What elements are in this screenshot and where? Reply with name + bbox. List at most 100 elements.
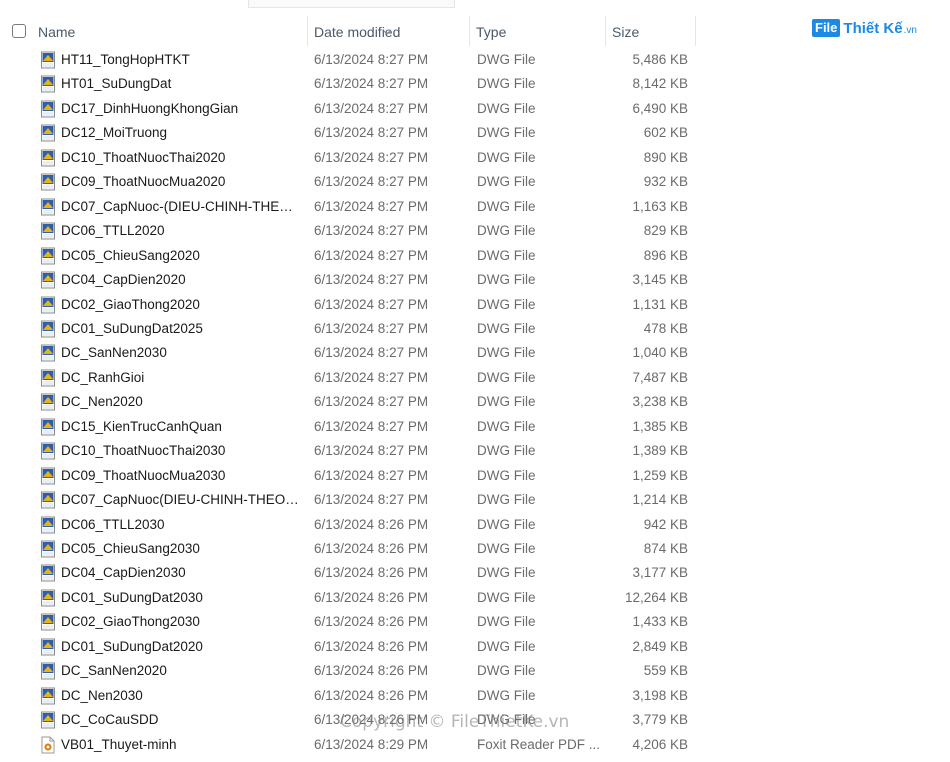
file-type: DWG File <box>477 76 536 92</box>
file-name: DC_Nen2030 <box>61 687 143 703</box>
file-type: DWG File <box>477 296 536 312</box>
dwg-file-icon <box>41 540 55 558</box>
file-date-modified: 6/13/2024 8:27 PM <box>314 149 429 165</box>
file-row[interactable]: DC04_CapDien2020 6/13/2024 8:27 PM DWG Fil… <box>0 268 700 292</box>
file-size: 2,849 KB <box>632 638 688 654</box>
dwg-file-icon <box>41 344 55 362</box>
file-name: DC_Nen2020 <box>61 394 143 410</box>
select-all-checkbox[interactable] <box>12 24 26 38</box>
file-size: 478 KB <box>643 320 688 336</box>
file-size: 932 KB <box>643 174 688 190</box>
file-date-modified: 6/13/2024 8:27 PM <box>314 247 429 263</box>
file-row[interactable]: DC07_CapNuoc-(DIEU-CHINH-THEO-... 6/13/20… <box>0 195 700 219</box>
file-row[interactable]: DC06_TTLL2030 6/13/2024 8:26 PM DWG File 94… <box>0 513 700 537</box>
file-row[interactable]: DC05_ChieuSang2020 6/13/2024 8:27 PM DWG F… <box>0 244 700 268</box>
dwg-file-icon <box>41 100 55 118</box>
file-name: DC_CoCauSDD <box>61 712 159 728</box>
file-row[interactable]: HT01_SuDungDat 6/13/2024 8:27 PM DWG File 8… <box>0 72 700 96</box>
file-row[interactable]: DC01_SuDungDat2030 6/13/2024 8:26 PM DWG F… <box>0 586 700 610</box>
file-row[interactable]: DC06_TTLL2020 6/13/2024 8:27 PM DWG File 82… <box>0 219 700 243</box>
file-name: DC10_ThoatNuocThai2020 <box>61 149 226 165</box>
file-row[interactable]: DC09_ThoatNuocMua2030 6/13/2024 8:27 PM DW… <box>0 464 700 488</box>
dwg-file-icon <box>41 320 55 338</box>
file-date-modified: 6/13/2024 8:27 PM <box>314 223 429 239</box>
file-size: 4,206 KB <box>632 736 688 752</box>
file-row[interactable]: DC10_ThoatNuocThai2030 6/13/2024 8:27 PM D… <box>0 439 700 463</box>
file-date-modified: 6/13/2024 8:27 PM <box>314 443 429 459</box>
file-row[interactable]: DC01_SuDungDat2025 6/13/2024 8:27 PM DWG F… <box>0 317 700 341</box>
file-name: DC02_GiaoThong2030 <box>61 614 200 630</box>
file-date-modified: 6/13/2024 8:26 PM <box>314 516 429 532</box>
file-date-modified: 6/13/2024 8:26 PM <box>314 614 429 630</box>
file-type: DWG File <box>477 541 536 556</box>
file-row[interactable]: DC_Nen2020 6/13/2024 8:27 PM DWG File 3,238… <box>0 390 700 414</box>
file-size: 3,177 KB <box>632 565 688 581</box>
file-row[interactable]: DC02_GiaoThong2020 6/13/2024 8:27 PM DWG F… <box>0 293 700 317</box>
file-size: 12,264 KB <box>624 589 688 605</box>
file-type: DWG File <box>477 516 536 532</box>
file-row[interactable]: HT11_TongHopHTKT 6/13/2024 8:27 PM DWG Fil… <box>0 48 700 72</box>
file-row[interactable]: VB01_Thuyet-minh 6/13/2024 8:29 PM Foxit R… <box>0 733 700 757</box>
file-name: VB01_Thuyet-minh <box>61 736 177 752</box>
dwg-file-icon <box>41 638 55 656</box>
file-size: 7,487 KB <box>632 369 688 385</box>
file-name: DC01_SuDungDat2020 <box>61 638 203 654</box>
file-size: 3,238 KB <box>632 394 688 410</box>
file-row[interactable]: DC10_ThoatNuocThai2020 6/13/2024 8:27 PM D… <box>0 146 700 170</box>
dwg-file-icon <box>41 711 55 729</box>
file-size: 829 KB <box>643 223 688 239</box>
file-size: 1,433 KB <box>632 614 688 630</box>
file-row[interactable]: DC_Nen2030 6/13/2024 8:26 PM DWG File 3,198… <box>0 684 700 708</box>
file-date-modified: 6/13/2024 8:26 PM <box>314 687 429 703</box>
file-type: DWG File <box>477 638 536 654</box>
file-row[interactable]: DC12_MoiTruong 6/13/2024 8:27 PM DWG File 6… <box>0 121 700 145</box>
file-type: DWG File <box>477 247 536 263</box>
dwg-file-icon <box>41 613 55 631</box>
file-date-modified: 6/13/2024 8:27 PM <box>314 467 429 483</box>
column-header-name[interactable]: Name <box>32 16 308 46</box>
file-name: DC_RanhGioi <box>61 369 145 385</box>
dwg-file-icon <box>41 75 55 93</box>
file-type: Foxit Reader PDF ... <box>477 736 601 752</box>
file-row[interactable]: DC05_ChieuSang2030 6/13/2024 8:26 PM DWG F… <box>0 537 700 561</box>
file-name: DC10_ThoatNuocThai2030 <box>61 443 226 459</box>
column-header-size[interactable]: Size <box>606 16 696 46</box>
file-row[interactable]: DC_SanNen2030 6/13/2024 8:27 PM DWG File 1,… <box>0 341 700 365</box>
file-row[interactable]: DC_RanhGioi 6/13/2024 8:27 PM DWG File 7,48… <box>0 366 700 390</box>
column-header-type[interactable]: Type <box>470 16 606 46</box>
file-size: 3,145 KB <box>632 272 688 288</box>
file-name: DC01_SuDungDat2030 <box>61 589 203 605</box>
file-row[interactable]: DC_SanNen2020 6/13/2024 8:26 PM DWG File 55… <box>0 659 700 683</box>
file-name: DC15_KienTrucCanhQuan <box>61 418 222 434</box>
dwg-file-icon <box>41 124 55 142</box>
file-row[interactable]: DC17_DinhHuongKhongGian 6/13/2024 8:27 PM… <box>0 97 700 121</box>
dwg-file-icon <box>41 467 55 485</box>
dwg-file-icon <box>41 296 55 313</box>
file-row[interactable]: DC04_CapDien2030 6/13/2024 8:26 PM DWG Fil… <box>0 561 700 585</box>
file-type: DWG File <box>477 52 536 67</box>
file-row[interactable]: DC07_CapNuoc(DIEU-CHINH-THEO-Y... 6/13/20… <box>0 488 700 512</box>
file-date-modified: 6/13/2024 8:27 PM <box>314 418 429 434</box>
file-size: 874 KB <box>643 541 688 556</box>
dwg-file-icon <box>41 564 55 582</box>
dwg-file-icon <box>41 491 55 509</box>
file-row[interactable]: DC02_GiaoThong2030 6/13/2024 8:26 PM DWG F… <box>0 610 700 634</box>
file-date-modified: 6/13/2024 8:26 PM <box>314 541 429 556</box>
file-row[interactable]: DC01_SuDungDat2020 6/13/2024 8:26 PM DWG F… <box>0 635 700 659</box>
file-name: DC06_TTLL2030 <box>61 516 165 532</box>
file-name: HT01_SuDungDat <box>61 76 172 92</box>
file-row[interactable]: DC15_KienTrucCanhQuan 6/13/2024 8:27 PM DW… <box>0 415 700 439</box>
logo-text: Thiết Kế <box>843 19 903 37</box>
dwg-file-icon <box>41 247 55 265</box>
file-date-modified: 6/13/2024 8:26 PM <box>314 638 429 654</box>
file-date-modified: 6/13/2024 8:27 PM <box>314 100 429 116</box>
file-size: 942 KB <box>643 516 688 532</box>
dwg-file-icon <box>41 369 55 387</box>
file-name: DC_SanNen2020 <box>61 663 167 679</box>
file-name: DC02_GiaoThong2020 <box>61 296 200 312</box>
file-row[interactable]: DC09_ThoatNuocMua2020 6/13/2024 8:27 PM DW… <box>0 170 700 194</box>
file-date-modified: 6/13/2024 8:27 PM <box>314 272 429 288</box>
file-name: DC_SanNen2030 <box>61 345 167 361</box>
file-size: 3,779 KB <box>632 712 688 728</box>
file-name: DC17_DinhHuongKhongGian <box>61 100 239 116</box>
